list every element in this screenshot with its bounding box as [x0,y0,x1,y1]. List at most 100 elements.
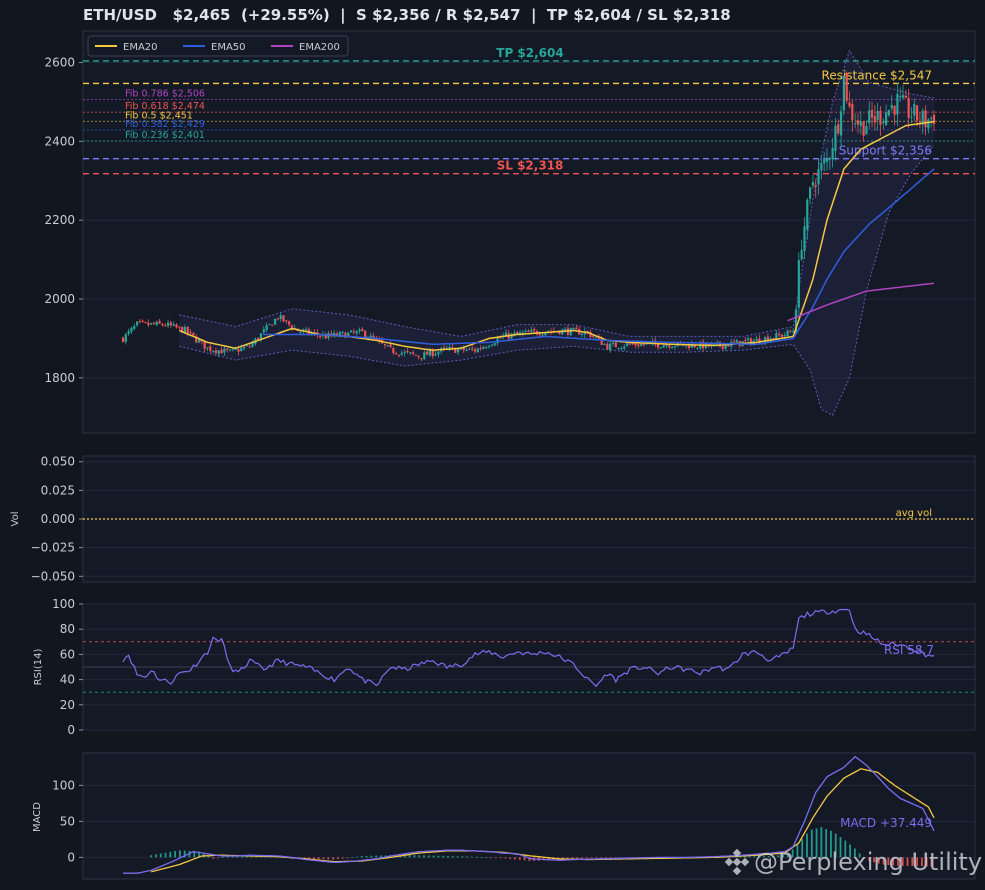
macd-histogram-bar [212,857,215,859]
candle-body [192,332,195,336]
macd-histogram-bar [447,855,449,858]
candle-body [223,348,226,353]
candle-body [392,348,395,353]
candle-body [808,187,812,199]
rsi-axis-tick-label: 60 [60,647,75,661]
macd-histogram-bar [581,857,583,859]
candle-body [228,349,232,351]
macd-histogram-bar [317,857,320,860]
candle-body [490,344,493,346]
candle-body [521,332,524,334]
candle-body [271,324,274,326]
macd-histogram-bar [585,857,588,859]
candle-body [839,111,843,136]
candle-body [721,346,724,349]
macd-histogram-bar [509,857,512,859]
avg-volume-label: avg vol [896,508,932,519]
candle-body [837,124,840,134]
candle-body [541,334,544,336]
candle-body [907,97,910,118]
candle-body [282,315,285,322]
candle-body [533,328,536,331]
candle-body [127,331,130,334]
candle-body [397,354,401,356]
candle-body [175,324,178,328]
volume-ylabel: Vol [10,512,21,527]
candle-body [628,343,631,345]
candle-body [409,352,412,354]
rsi-axis-tick-label: 40 [60,673,75,687]
candle-body [665,345,668,347]
candle-body [158,320,161,324]
watermark-text: @Perplexing Utility [754,848,983,876]
candle-body [870,110,874,118]
macd-histogram-bar [518,857,521,860]
rsi-axis-tick-label: 0 [67,723,75,737]
candle-body [594,337,598,339]
candle-body [854,123,857,125]
candle-body [814,184,817,187]
candle-body [285,320,288,322]
candle-body [913,104,916,116]
macd-histogram-bar [217,857,220,859]
rsi-value-label: RSI 58.7 [884,643,934,657]
macd-histogram-bar [466,856,469,858]
candle-body [873,116,876,123]
candle-body [135,321,139,326]
candle-body [803,226,806,252]
macd-histogram-bar [164,852,167,858]
candle-body [265,325,268,331]
candle-body [524,330,527,333]
candle-body [642,343,646,345]
price-axis-tick-label: 2200 [44,213,75,227]
watermark: @Perplexing Utility [724,848,982,876]
candle-body [197,339,201,343]
candle-body [133,325,136,329]
candle-body [564,329,567,331]
candle-body [242,346,246,349]
candle-body [417,355,420,358]
candle-body [899,95,902,97]
macd-histogram-bar [370,855,373,858]
candle-body [240,347,243,352]
candle-body [423,352,426,360]
candle-body [831,148,834,160]
candle-body [744,340,747,342]
macd-histogram-bar [341,857,344,859]
candle-body [338,332,341,336]
candle-body [141,320,144,322]
candle-body [406,350,409,352]
candle-body [778,334,781,336]
candle-body [569,328,572,336]
candle-body [876,111,879,121]
candle-body [916,105,919,121]
macd-histogram-bar [360,856,363,858]
candle-body [910,116,913,118]
candle-body [121,337,125,342]
macd-histogram-bar [442,855,445,858]
candle-body [257,338,260,340]
candle-body [797,260,800,308]
candle-body [150,322,153,325]
macd-histogram-bar [155,854,157,858]
candle-body [575,327,578,330]
candle-body [437,351,440,355]
fib-level-label: Fib 0.786 $2,506 [125,89,205,100]
candle-body [932,114,936,125]
candle-body [631,343,634,345]
candle-body [400,352,403,355]
price-axis-tick-label: 2600 [44,56,75,70]
macd-histogram-bar [490,857,492,859]
macd-histogram-bar [514,857,516,860]
macd-histogram-bar [499,857,502,859]
candle-body [237,349,240,352]
candle-body [856,120,860,125]
candle-body [834,125,837,151]
candle-body [493,343,496,346]
candle-body [485,347,488,349]
candle-body [273,318,277,325]
candle-body [147,322,150,326]
candle-body [144,322,147,324]
volume-axis-tick-label: 0.050 [41,455,75,469]
macd-histogram-bar [222,857,224,858]
